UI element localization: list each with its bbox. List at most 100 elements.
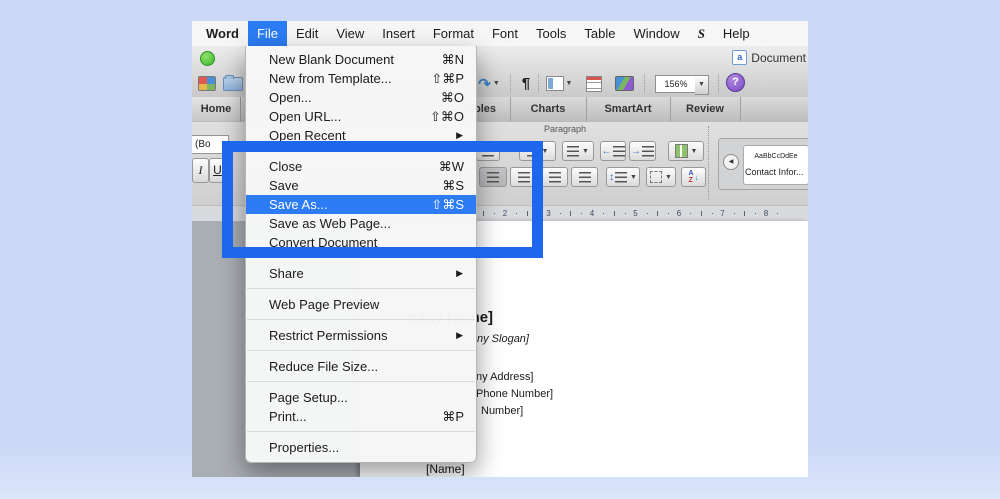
style-name: Contact Infor...: [745, 167, 808, 177]
menubar-item-window[interactable]: Window: [624, 21, 688, 46]
sort-button[interactable]: AZ↓: [681, 167, 706, 187]
file-menu-item-web-page-preview[interactable]: Web Page Preview: [246, 295, 476, 314]
ruler-number: 7: [720, 209, 724, 218]
annotation-rectangle: [222, 141, 543, 258]
ruler-tick: [734, 213, 735, 214]
ruler-tick: [581, 213, 582, 214]
menu-item-label: Open URL...: [269, 109, 341, 124]
menubar-item-insert[interactable]: Insert: [373, 21, 424, 46]
system-menu-bar: WordFileEditViewInsertFormatFontToolsTab…: [192, 21, 808, 47]
decrease-indent-button[interactable]: ←: [600, 141, 626, 161]
ruler-tick: [657, 211, 658, 216]
ribbon-tab-review[interactable]: Review: [670, 97, 741, 121]
redo-dropdown-icon[interactable]: ▼: [493, 80, 500, 87]
document-text-line: [Name]: [426, 462, 465, 476]
submenu-arrow-icon: ▶: [456, 326, 463, 345]
multilevel-list-button[interactable]: ▼: [562, 141, 594, 161]
file-menu-item-restrict-permissions[interactable]: Restrict Permissions ▶: [246, 326, 476, 345]
menu-item-shortcut: ⌘P: [442, 407, 464, 426]
menu-item-shortcut: ⇧⌘O: [430, 107, 464, 126]
toolbar-separator: [510, 74, 512, 93]
layout-dropdown-icon[interactable]: ▼: [566, 80, 573, 87]
justify-button[interactable]: [571, 167, 598, 187]
borders-button[interactable]: ▼: [646, 167, 676, 187]
ruler-number: 8: [764, 209, 768, 218]
media-browser-icon[interactable]: [612, 73, 636, 94]
file-menu-item-page-setup[interactable]: Page Setup...: [246, 388, 476, 407]
ribbon-tab-smartart[interactable]: SmartArt: [586, 97, 671, 121]
ruler-number: 4: [590, 209, 594, 218]
align-right-button[interactable]: [541, 167, 568, 187]
style-swatch[interactable]: AaBbCcDdEe Contact Infor...: [743, 145, 808, 185]
document-text-line: Phone Number]: [476, 388, 553, 400]
redo-icon[interactable]: ↷▼: [477, 73, 501, 94]
menu-item-label: Share: [269, 266, 304, 281]
menubar-item-font[interactable]: Font: [483, 21, 527, 46]
ribbon-tab-charts[interactable]: Charts: [510, 97, 587, 121]
help-button[interactable]: ?: [726, 73, 745, 92]
menubar-item-tools[interactable]: Tools: [527, 21, 575, 46]
ribbon-tab-home[interactable]: Home: [192, 97, 241, 121]
ruler-tick: [701, 211, 702, 216]
zoom-dropdown-icon[interactable]: ▼: [695, 75, 709, 95]
notebook-view-icon[interactable]: [584, 73, 604, 94]
document-icon: a: [732, 50, 747, 65]
menubar-item-table[interactable]: Table: [575, 21, 624, 46]
document-text-line: ny Address]: [476, 371, 533, 383]
file-menu-item-open-url[interactable]: Open URL... ⇧⌘O: [246, 107, 476, 126]
window-zoom-button[interactable]: [200, 51, 215, 66]
menubar-item-word[interactable]: Word: [197, 21, 248, 46]
document-text-line: ny Slogan]: [477, 333, 529, 345]
styles-scroll-left-icon[interactable]: ◀: [723, 154, 739, 170]
show-formatting-marks-button[interactable]: ¶: [518, 73, 534, 94]
ruler-tick: [647, 213, 648, 214]
applescript-menu-icon[interactable]: S: [689, 21, 714, 46]
file-menu-item-new-from-template[interactable]: New from Template...⇧⌘P: [246, 69, 476, 88]
menu-item-label: New from Template...: [269, 71, 392, 86]
menubar-item-format[interactable]: Format: [424, 21, 483, 46]
columns-button[interactable]: ▼: [668, 141, 704, 161]
ruler-tick: [712, 213, 713, 214]
menu-item-label: Print...: [269, 409, 307, 424]
menubar-item-help[interactable]: Help: [714, 21, 759, 46]
increase-indent-button[interactable]: →: [629, 141, 656, 161]
menubar-item-file[interactable]: File: [248, 21, 287, 46]
menu-separator: [246, 345, 476, 357]
ruler-tick: [777, 213, 778, 214]
ruler-number: 3: [546, 209, 550, 218]
ruler-number: 5: [633, 209, 637, 218]
italic-button[interactable]: I: [192, 158, 209, 183]
menu-item-shortcut: ⌘O: [441, 88, 464, 107]
menu-item-label: Page Setup...: [269, 390, 348, 405]
menu-item-label: Restrict Permissions: [269, 328, 387, 343]
file-menu-item-share[interactable]: Share▶: [246, 264, 476, 283]
document-title-text: Document: [751, 51, 806, 65]
menu-item-shortcut: ⌘N: [442, 50, 464, 69]
file-menu-item-open[interactable]: Open... ⌘O: [246, 88, 476, 107]
menu-item-label: Reduce File Size...: [269, 359, 378, 374]
menubar-item-view[interactable]: View: [327, 21, 373, 46]
file-menu-item-properties[interactable]: Properties...: [246, 438, 476, 457]
file-menu-item-reduce-file-size[interactable]: Reduce File Size...: [246, 357, 476, 376]
menu-item-label: New Blank Document: [269, 52, 394, 67]
open-folder-icon[interactable]: [222, 73, 244, 94]
ruler-tick: [668, 213, 669, 214]
line-spacing-button[interactable]: ↕▼: [606, 167, 640, 187]
ruler-tick: [690, 213, 691, 214]
menu-item-label: Open...: [269, 90, 312, 105]
menubar-item-edit[interactable]: Edit: [287, 21, 327, 46]
menu-separator: [246, 376, 476, 388]
menu-separator: [246, 314, 476, 326]
gallery-icon[interactable]: [196, 73, 218, 94]
ruler-tick: [744, 211, 745, 216]
file-menu-item-new-blank-document[interactable]: New Blank Document ⌘N: [246, 50, 476, 69]
menu-separator: [246, 283, 476, 295]
toolbar-separator: [718, 74, 720, 93]
document-text-line: Number]: [481, 405, 523, 417]
ruler-number: 6: [677, 209, 681, 218]
zoom-level-field[interactable]: 156%: [655, 75, 697, 93]
ruler-tick: [614, 211, 615, 216]
sidebar-layout-icon[interactable]: ▼: [544, 73, 574, 94]
file-menu-item-print[interactable]: Print... ⌘P: [246, 407, 476, 426]
ruler-tick: [625, 213, 626, 214]
